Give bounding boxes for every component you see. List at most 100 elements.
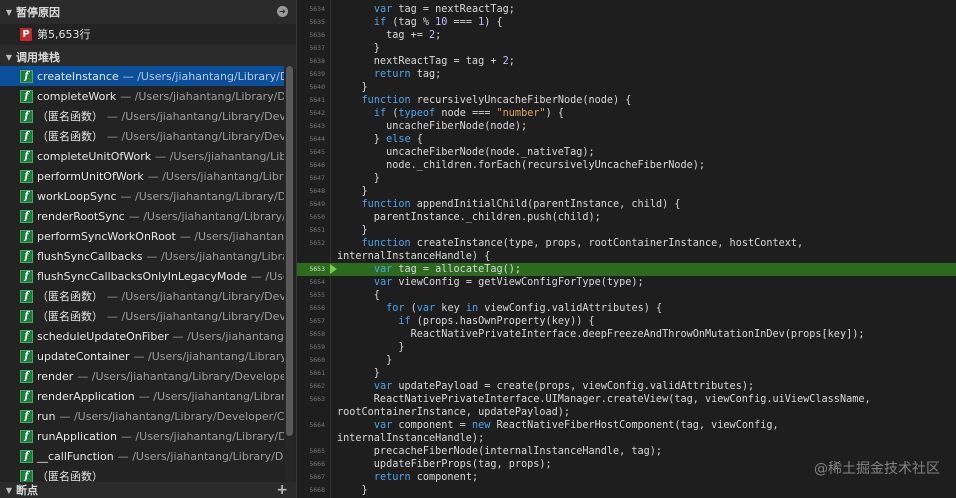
code-line[interactable]: 5636 tag += 2; <box>297 29 956 42</box>
call-stack-frame[interactable]: f run — /Users/jiahantang/Library/Develope… <box>0 406 284 426</box>
code-line[interactable]: 5658 ReactNativePrivateInterface.deepFre… <box>297 328 956 341</box>
call-stack-frame[interactable]: f （匿名函数） — /Users/jiahantang/Library/Devel… <box>0 306 284 326</box>
line-number[interactable]: 5634 <box>297 3 325 16</box>
code-line[interactable]: 5641 function recursivelyUncacheFiberNod… <box>297 94 956 107</box>
disclosure-triangle-icon[interactable]: ▼ <box>2 53 16 62</box>
line-number[interactable]: 5636 <box>297 29 325 42</box>
disclosure-triangle-icon[interactable]: ▼ <box>2 486 16 495</box>
call-stack-frame[interactable]: f workLoopSync — /Users/jiahantang/Library… <box>0 186 284 206</box>
call-stack-frame[interactable]: f __callFunction — /Users/jiahantang/Libra… <box>0 446 284 466</box>
call-stack-frame[interactable]: f runApplication — /Users/jiahantang/Libra… <box>0 426 284 446</box>
line-number[interactable]: 5643 <box>297 120 325 133</box>
code-line[interactable]: 5639 return tag; <box>297 68 956 81</box>
code-line[interactable]: 5635 if (tag % 10 === 1) { <box>297 16 956 29</box>
line-number[interactable]: 5663 <box>297 393 325 406</box>
line-number[interactable]: 5640 <box>297 81 325 94</box>
code-line[interactable]: 5645 uncacheFiberNode(node._nativeTag); <box>297 146 956 159</box>
call-stack-frame[interactable]: f performUnitOfWork — /Users/jiahantang/Li… <box>0 166 284 186</box>
code-line[interactable]: rootContainerInstance, updatePayload); <box>297 406 956 419</box>
line-number[interactable]: 5657 <box>297 315 325 328</box>
code-line[interactable]: 5648 } <box>297 185 956 198</box>
code-line[interactable]: 5647 } <box>297 172 956 185</box>
code-line[interactable]: 5655 { <box>297 289 956 302</box>
line-number[interactable]: 5642 <box>297 107 325 120</box>
code-line[interactable]: 5654 var viewConfig = getViewConfigForTy… <box>297 276 956 289</box>
line-number[interactable]: 5664 <box>297 419 325 432</box>
line-number[interactable]: 5665 <box>297 445 325 458</box>
line-number[interactable]: 5646 <box>297 159 325 172</box>
code-line[interactable]: 5650 parentInstance._children.push(child… <box>297 211 956 224</box>
call-stack-frame[interactable]: f scheduleUpdateOnFiber — /Users/jiahantan… <box>0 326 284 346</box>
line-number[interactable]: 5655 <box>297 289 325 302</box>
code-line[interactable]: 5659 } <box>297 341 956 354</box>
line-number[interactable]: 5638 <box>297 55 325 68</box>
code-line[interactable]: 5652 function createInstance(type, props… <box>297 237 956 250</box>
code-line[interactable]: 5661 } <box>297 367 956 380</box>
code-line[interactable]: 5640 } <box>297 81 956 94</box>
line-number[interactable]: 5644 <box>297 133 325 146</box>
line-number[interactable]: 5647 <box>297 172 325 185</box>
call-stack-frame[interactable]: f renderRootSync — /Users/jiahantang/Libra… <box>0 206 284 226</box>
line-number[interactable]: 5654 <box>297 276 325 289</box>
line-number[interactable]: 5639 <box>297 68 325 81</box>
line-number[interactable]: 5667 <box>297 471 325 484</box>
code-line[interactable]: 5638 nextReactTag = tag + 2; <box>297 55 956 68</box>
call-stack-frame[interactable]: f updateContainer — /Users/jiahantang/Libr… <box>0 346 284 366</box>
line-number[interactable]: 5635 <box>297 16 325 29</box>
code-line[interactable]: 5649 function appendInitialChild(parentI… <box>297 198 956 211</box>
code-line[interactable]: 5665 precacheFiberNode(internalInstanceH… <box>297 445 956 458</box>
call-stack-frame[interactable]: f completeUnitOfWork — /Users/jiahantang/L… <box>0 146 284 166</box>
call-stack-frame[interactable]: f flushSyncCallbacks — /Users/jiahantang/L… <box>0 246 284 266</box>
disclosure-triangle-icon[interactable]: ▼ <box>2 8 16 17</box>
line-number[interactable]: 5658 <box>297 328 325 341</box>
code-line[interactable]: internalInstanceHandle); <box>297 432 956 445</box>
call-stack-frame[interactable]: f renderApplication — /Users/jiahantang/Li… <box>0 386 284 406</box>
code-line[interactable]: 5656 for (var key in viewConfig.validAtt… <box>297 302 956 315</box>
line-number[interactable]: 5668 <box>297 484 325 497</box>
code-line[interactable]: 5646 node._children.forEach(recursivelyU… <box>297 159 956 172</box>
line-number[interactable]: 5651 <box>297 224 325 237</box>
code-line[interactable]: 5663 ReactNativePrivateInterface.UIManag… <box>297 393 956 406</box>
call-stack-frame[interactable]: f performSyncWorkOnRoot — /Users/jiahantan… <box>0 226 284 246</box>
call-stack-frame[interactable]: f （匿名函数） — /Users/jiahantang/Library/Devel… <box>0 106 284 126</box>
code-line[interactable]: 5668 } <box>297 484 956 497</box>
line-number[interactable]: 5641 <box>297 94 325 107</box>
code-line[interactable]: 5634 var tag = nextReactTag; <box>297 3 956 16</box>
call-stack-frame[interactable]: f flushSyncCallbacksOnlyInLegacyMode — /Us… <box>0 266 284 286</box>
line-number[interactable]: 5656 <box>297 302 325 315</box>
pause-reason-header[interactable]: ▼ 暂停原因 ➜ <box>0 0 296 24</box>
code-line[interactable]: 5660 } <box>297 354 956 367</box>
line-number[interactable]: 5649 <box>297 198 325 211</box>
code-line[interactable]: 5637 } <box>297 42 956 55</box>
line-number[interactable]: 5637 <box>297 42 325 55</box>
breakpoints-header[interactable]: ▼ 断点 + <box>0 482 296 498</box>
code-line[interactable]: 5651 } <box>297 224 956 237</box>
continue-arrow-icon[interactable]: ➜ <box>277 6 288 17</box>
code-line[interactable]: 5644 } else { <box>297 133 956 146</box>
line-number[interactable]: 5659 <box>297 341 325 354</box>
code-line[interactable]: 5662 var updatePayload = create(props, v… <box>297 380 956 393</box>
pause-reason-row[interactable]: P 第5,653行 <box>0 24 296 44</box>
call-stack-frame[interactable]: f （匿名函数） — /Users/jiahantang/Library/Devel… <box>0 126 284 146</box>
call-stack-frame[interactable]: f createInstance — /Users/jiahantang/Libra… <box>0 66 284 86</box>
code-line[interactable]: 5657 if (props.hasOwnProperty(key)) { <box>297 315 956 328</box>
line-number[interactable]: 5662 <box>297 380 325 393</box>
code-line[interactable]: 5664 var component = new ReactNativeFibe… <box>297 419 956 432</box>
code-line[interactable]: 5642 if (typeof node === "number") { <box>297 107 956 120</box>
add-breakpoint-icon[interactable]: + <box>276 482 288 498</box>
line-number[interactable]: 5652 <box>297 237 325 250</box>
line-number[interactable]: 5666 <box>297 458 325 471</box>
call-stack-frame[interactable]: f completeWork — /Users/jiahantang/Library… <box>0 86 284 106</box>
line-number[interactable]: 5650 <box>297 211 325 224</box>
scrollbar-thumb[interactable] <box>286 66 293 436</box>
call-stack-scrollbar[interactable] <box>285 66 294 496</box>
code-line[interactable]: 5643 uncacheFiberNode(node); <box>297 120 956 133</box>
call-stack-frame[interactable]: f render — /Users/jiahantang/Library/Devel… <box>0 366 284 386</box>
code-line[interactable]: internalInstanceHandle) { <box>297 250 956 263</box>
line-number[interactable]: 5653 <box>297 263 325 276</box>
call-stack-frame[interactable]: f （匿名函数） — /Users/jiahantang/Library/Devel… <box>0 286 284 306</box>
current-code-line[interactable]: 5653 var tag = allocateTag(); <box>297 263 956 276</box>
line-number[interactable]: 5648 <box>297 185 325 198</box>
line-number[interactable]: 5660 <box>297 354 325 367</box>
line-number[interactable]: 5645 <box>297 146 325 159</box>
